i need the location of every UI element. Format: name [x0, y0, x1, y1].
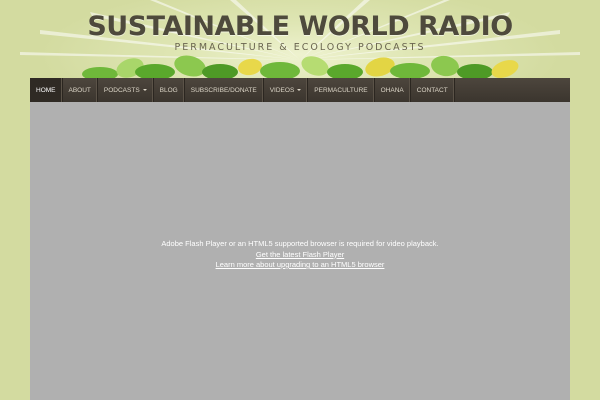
nav-item-subscribe-donate[interactable]: SUBSCRIBE/DONATE	[185, 78, 264, 102]
get-flash-player-link[interactable]: Get the latest Flash Player	[256, 250, 344, 261]
nav-label: OHANA	[380, 86, 404, 94]
caret-down-icon	[142, 89, 147, 91]
nav-item-videos[interactable]: VIDEOS	[264, 78, 309, 102]
html5-upgrade-link[interactable]: Learn more about upgrading to an HTML5 b…	[216, 260, 385, 271]
nav-label: PODCASTS	[103, 86, 140, 94]
nav-item-permaculture[interactable]: PERMACULTURE	[308, 78, 375, 102]
nav-item-podcasts[interactable]: PODCASTS	[98, 78, 154, 102]
site-title[interactable]: SUSTAINABLE WORLD RADIO	[0, 11, 600, 42]
nav-label: HOME	[36, 86, 56, 94]
leaf-border-decoration	[82, 55, 519, 80]
nav-label: ABOUT	[68, 86, 91, 94]
nav-item-home[interactable]: HOME	[30, 78, 63, 102]
nav-label: CONTACT	[416, 86, 448, 94]
site-header: SUSTAINABLE WORLD RADIO PERMACULTURE & E…	[0, 0, 600, 80]
nav-item-blog[interactable]: BLOG	[154, 78, 185, 102]
flash-message-text: Adobe Flash Player or an HTML5 supported…	[161, 239, 439, 248]
flash-required-message: Adobe Flash Player or an HTML5 supported…	[30, 239, 570, 271]
video-player[interactable]: Adobe Flash Player or an HTML5 supported…	[30, 102, 570, 400]
caret-down-icon	[297, 89, 302, 91]
main-nav: HOME ABOUT PODCASTS BLOG SUBSCRIBE/DONAT…	[30, 78, 570, 102]
nav-label: VIDEOS	[269, 86, 295, 94]
nav-item-contact[interactable]: CONTACT	[411, 78, 455, 102]
nav-item-ohana[interactable]: OHANA	[375, 78, 411, 102]
nav-item-about[interactable]: ABOUT	[63, 78, 98, 102]
nav-label: SUBSCRIBE/DONATE	[190, 86, 257, 94]
site-tagline: PERMACULTURE & ECOLOGY PODCASTS	[174, 42, 426, 53]
nav-label: PERMACULTURE	[314, 86, 368, 94]
nav-label: BLOG	[159, 86, 178, 94]
